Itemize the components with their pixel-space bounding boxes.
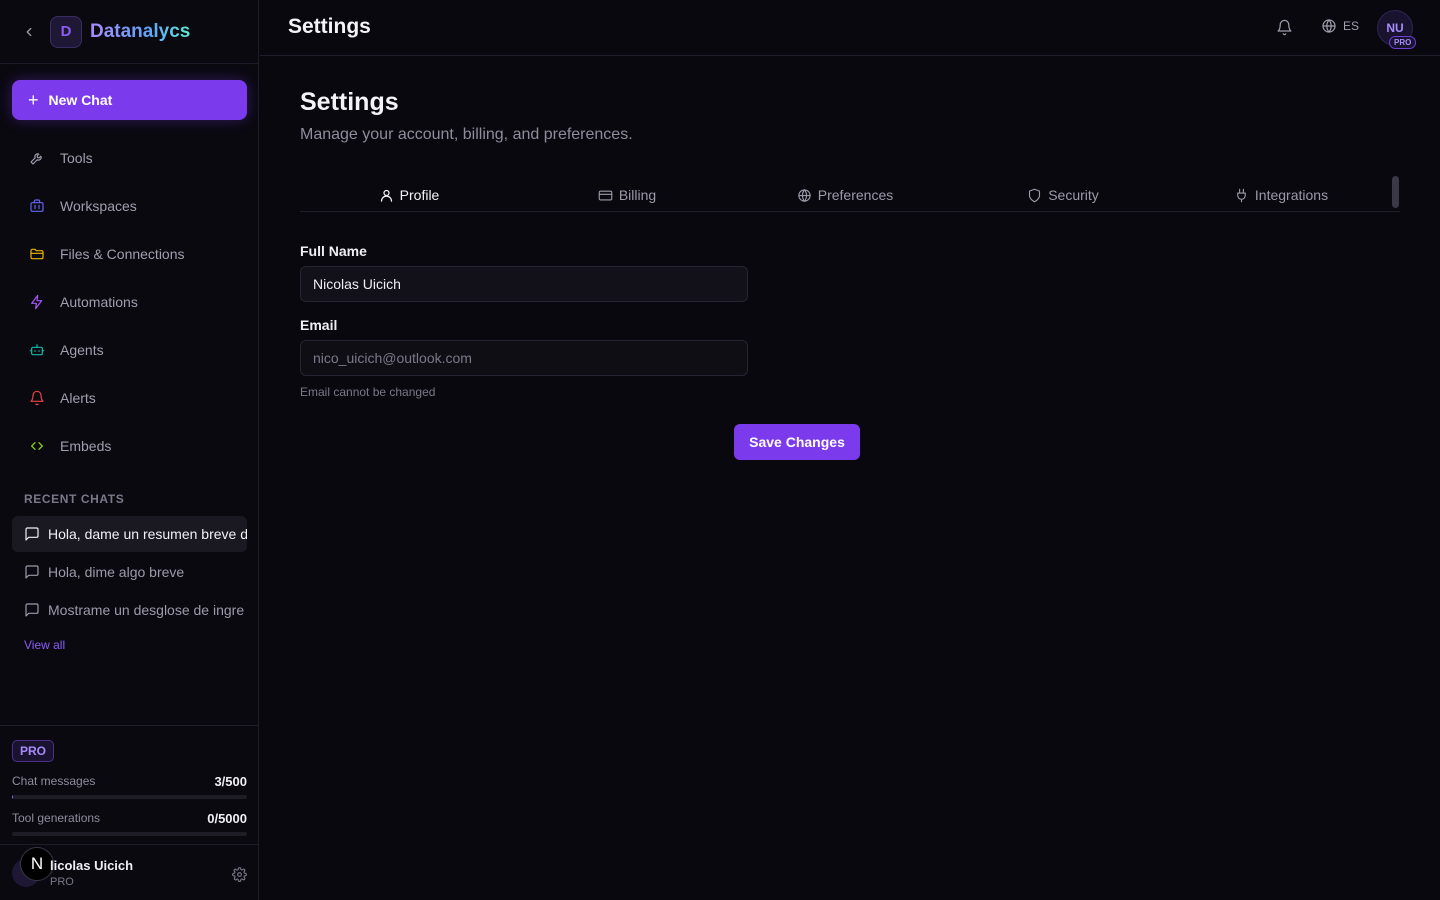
sidebar-nav: Tools Workspaces Files & Connections Aut…: [12, 134, 247, 470]
save-changes-button[interactable]: Save Changes: [734, 424, 860, 460]
shield-icon: [1027, 188, 1042, 203]
tab-label: Profile: [399, 187, 440, 203]
language-switcher[interactable]: ES: [1321, 18, 1359, 34]
notification-bell-icon[interactable]: [1276, 19, 1294, 37]
usage-chat-messages: Chat messages 3/500: [12, 774, 247, 789]
usage-bar-fill: [12, 795, 14, 799]
brand-bar: D Datanalycs: [0, 0, 258, 64]
recent-chat-item[interactable]: Mostrame un desglose de ingre: [12, 592, 247, 628]
email-hint: Email cannot be changed: [300, 385, 436, 399]
sidebar-item-agents[interactable]: Agents: [12, 326, 247, 374]
sidebar-item-label: Automations: [60, 294, 138, 310]
recent-chat-label: Hola, dame un resumen breve d: [48, 526, 247, 542]
header-avatar-badge: PRO: [1389, 36, 1417, 49]
full-name-input[interactable]: [300, 266, 748, 302]
tab-label: Security: [1048, 187, 1099, 203]
header-title: Settings: [288, 15, 371, 38]
email-field: [300, 340, 748, 376]
tab-label: Integrations: [1254, 187, 1329, 203]
brand-name[interactable]: Datanalycs: [90, 21, 190, 43]
sidebar-item-files[interactable]: Files & Connections: [12, 230, 247, 278]
tab-billing[interactable]: Billing: [518, 178, 736, 212]
sidebar-item-label: Tools: [60, 150, 93, 166]
lightning-icon: [28, 293, 46, 311]
new-chat-button[interactable]: + New Chat: [12, 80, 247, 120]
brand-logo: D: [50, 15, 82, 48]
settings-tabs: Profile Billing Preferences Security Int…: [300, 176, 1400, 212]
top-header: Settings ES NU PRO: [260, 0, 1440, 56]
chevron-left-icon[interactable]: [20, 23, 38, 41]
gear-icon[interactable]: [232, 867, 247, 882]
sidebar-item-workspaces[interactable]: Workspaces: [12, 182, 247, 230]
usage-label: Tool generations: [12, 811, 101, 825]
language-label: ES: [1343, 19, 1360, 33]
sidebar-item-alerts[interactable]: Alerts: [12, 374, 247, 422]
page-title: Settings: [300, 88, 399, 116]
n-badge[interactable]: N: [20, 847, 54, 881]
globe-icon: [1321, 18, 1337, 34]
robot-icon: [28, 341, 46, 359]
sidebar-item-embeds[interactable]: Embeds: [12, 422, 247, 470]
recent-chats-list: Hola, dame un resumen breve d Hola, dime…: [12, 516, 247, 630]
sidebar: D Datanalycs + New Chat Tools Workspaces…: [0, 0, 259, 900]
globe-icon: [797, 188, 812, 203]
usage-value: 0/5000: [207, 811, 247, 826]
new-chat-label: New Chat: [48, 92, 113, 108]
recent-chat-label: Mostrame un desglose de ingre: [48, 602, 245, 618]
folder-icon: [28, 245, 46, 263]
bell-icon: [28, 389, 46, 407]
chat-bubble-icon: [24, 564, 40, 580]
usage-label: Chat messages: [12, 774, 96, 788]
tab-integrations[interactable]: Integrations: [1172, 178, 1390, 212]
plug-icon: [1234, 188, 1249, 203]
recent-chat-item[interactable]: Hola, dime algo breve: [12, 554, 247, 590]
tab-security[interactable]: Security: [954, 178, 1172, 212]
usage-value: 3/500: [214, 774, 247, 789]
wrench-icon: [28, 149, 46, 167]
tab-preferences[interactable]: Preferences: [736, 178, 954, 212]
code-icon: [28, 437, 46, 455]
full-name-label: Full Name: [300, 243, 367, 259]
tab-label: Billing: [618, 187, 657, 203]
usage-bar-chat-messages: [12, 795, 247, 799]
sidebar-item-label: Workspaces: [60, 198, 137, 214]
page-subtitle: Manage your account, billing, and prefer…: [300, 126, 633, 143]
user-icon: [379, 188, 394, 203]
email-label: Email: [300, 317, 338, 333]
user-plan: PRO: [50, 876, 74, 888]
tab-profile[interactable]: Profile: [300, 178, 518, 212]
user-name: licolas Uicich: [50, 858, 134, 873]
sidebar-item-label: Files & Connections: [60, 246, 185, 262]
sidebar-item-label: Embeds: [60, 438, 112, 454]
plus-icon: +: [28, 90, 39, 110]
usage-bar-tool-generations: [12, 832, 247, 836]
user-card[interactable]: N licolas Uicich PRO: [0, 844, 259, 900]
tabs-scrollbar[interactable]: [1392, 176, 1399, 208]
recent-chats-title: RECENT CHATS: [24, 492, 125, 506]
chat-bubble-icon: [24, 526, 40, 542]
recent-chat-label: Hola, dime algo breve: [48, 564, 185, 580]
sidebar-item-automations[interactable]: Automations: [12, 278, 247, 326]
usage-panel: PRO Chat messages 3/500 Tool generations…: [0, 725, 259, 836]
sidebar-item-tools[interactable]: Tools: [12, 134, 247, 182]
briefcase-icon: [28, 197, 46, 215]
plan-badge: PRO: [12, 740, 55, 762]
recent-chat-item[interactable]: Hola, dame un resumen breve d: [12, 516, 247, 552]
tab-label: Preferences: [817, 187, 894, 203]
chat-bubble-icon: [24, 602, 40, 618]
usage-tool-generations: Tool generations 0/5000: [12, 811, 247, 826]
sidebar-item-label: Agents: [60, 342, 104, 358]
view-all-link[interactable]: View all: [24, 638, 65, 652]
credit-card-icon: [598, 188, 613, 203]
sidebar-item-label: Alerts: [60, 390, 96, 406]
